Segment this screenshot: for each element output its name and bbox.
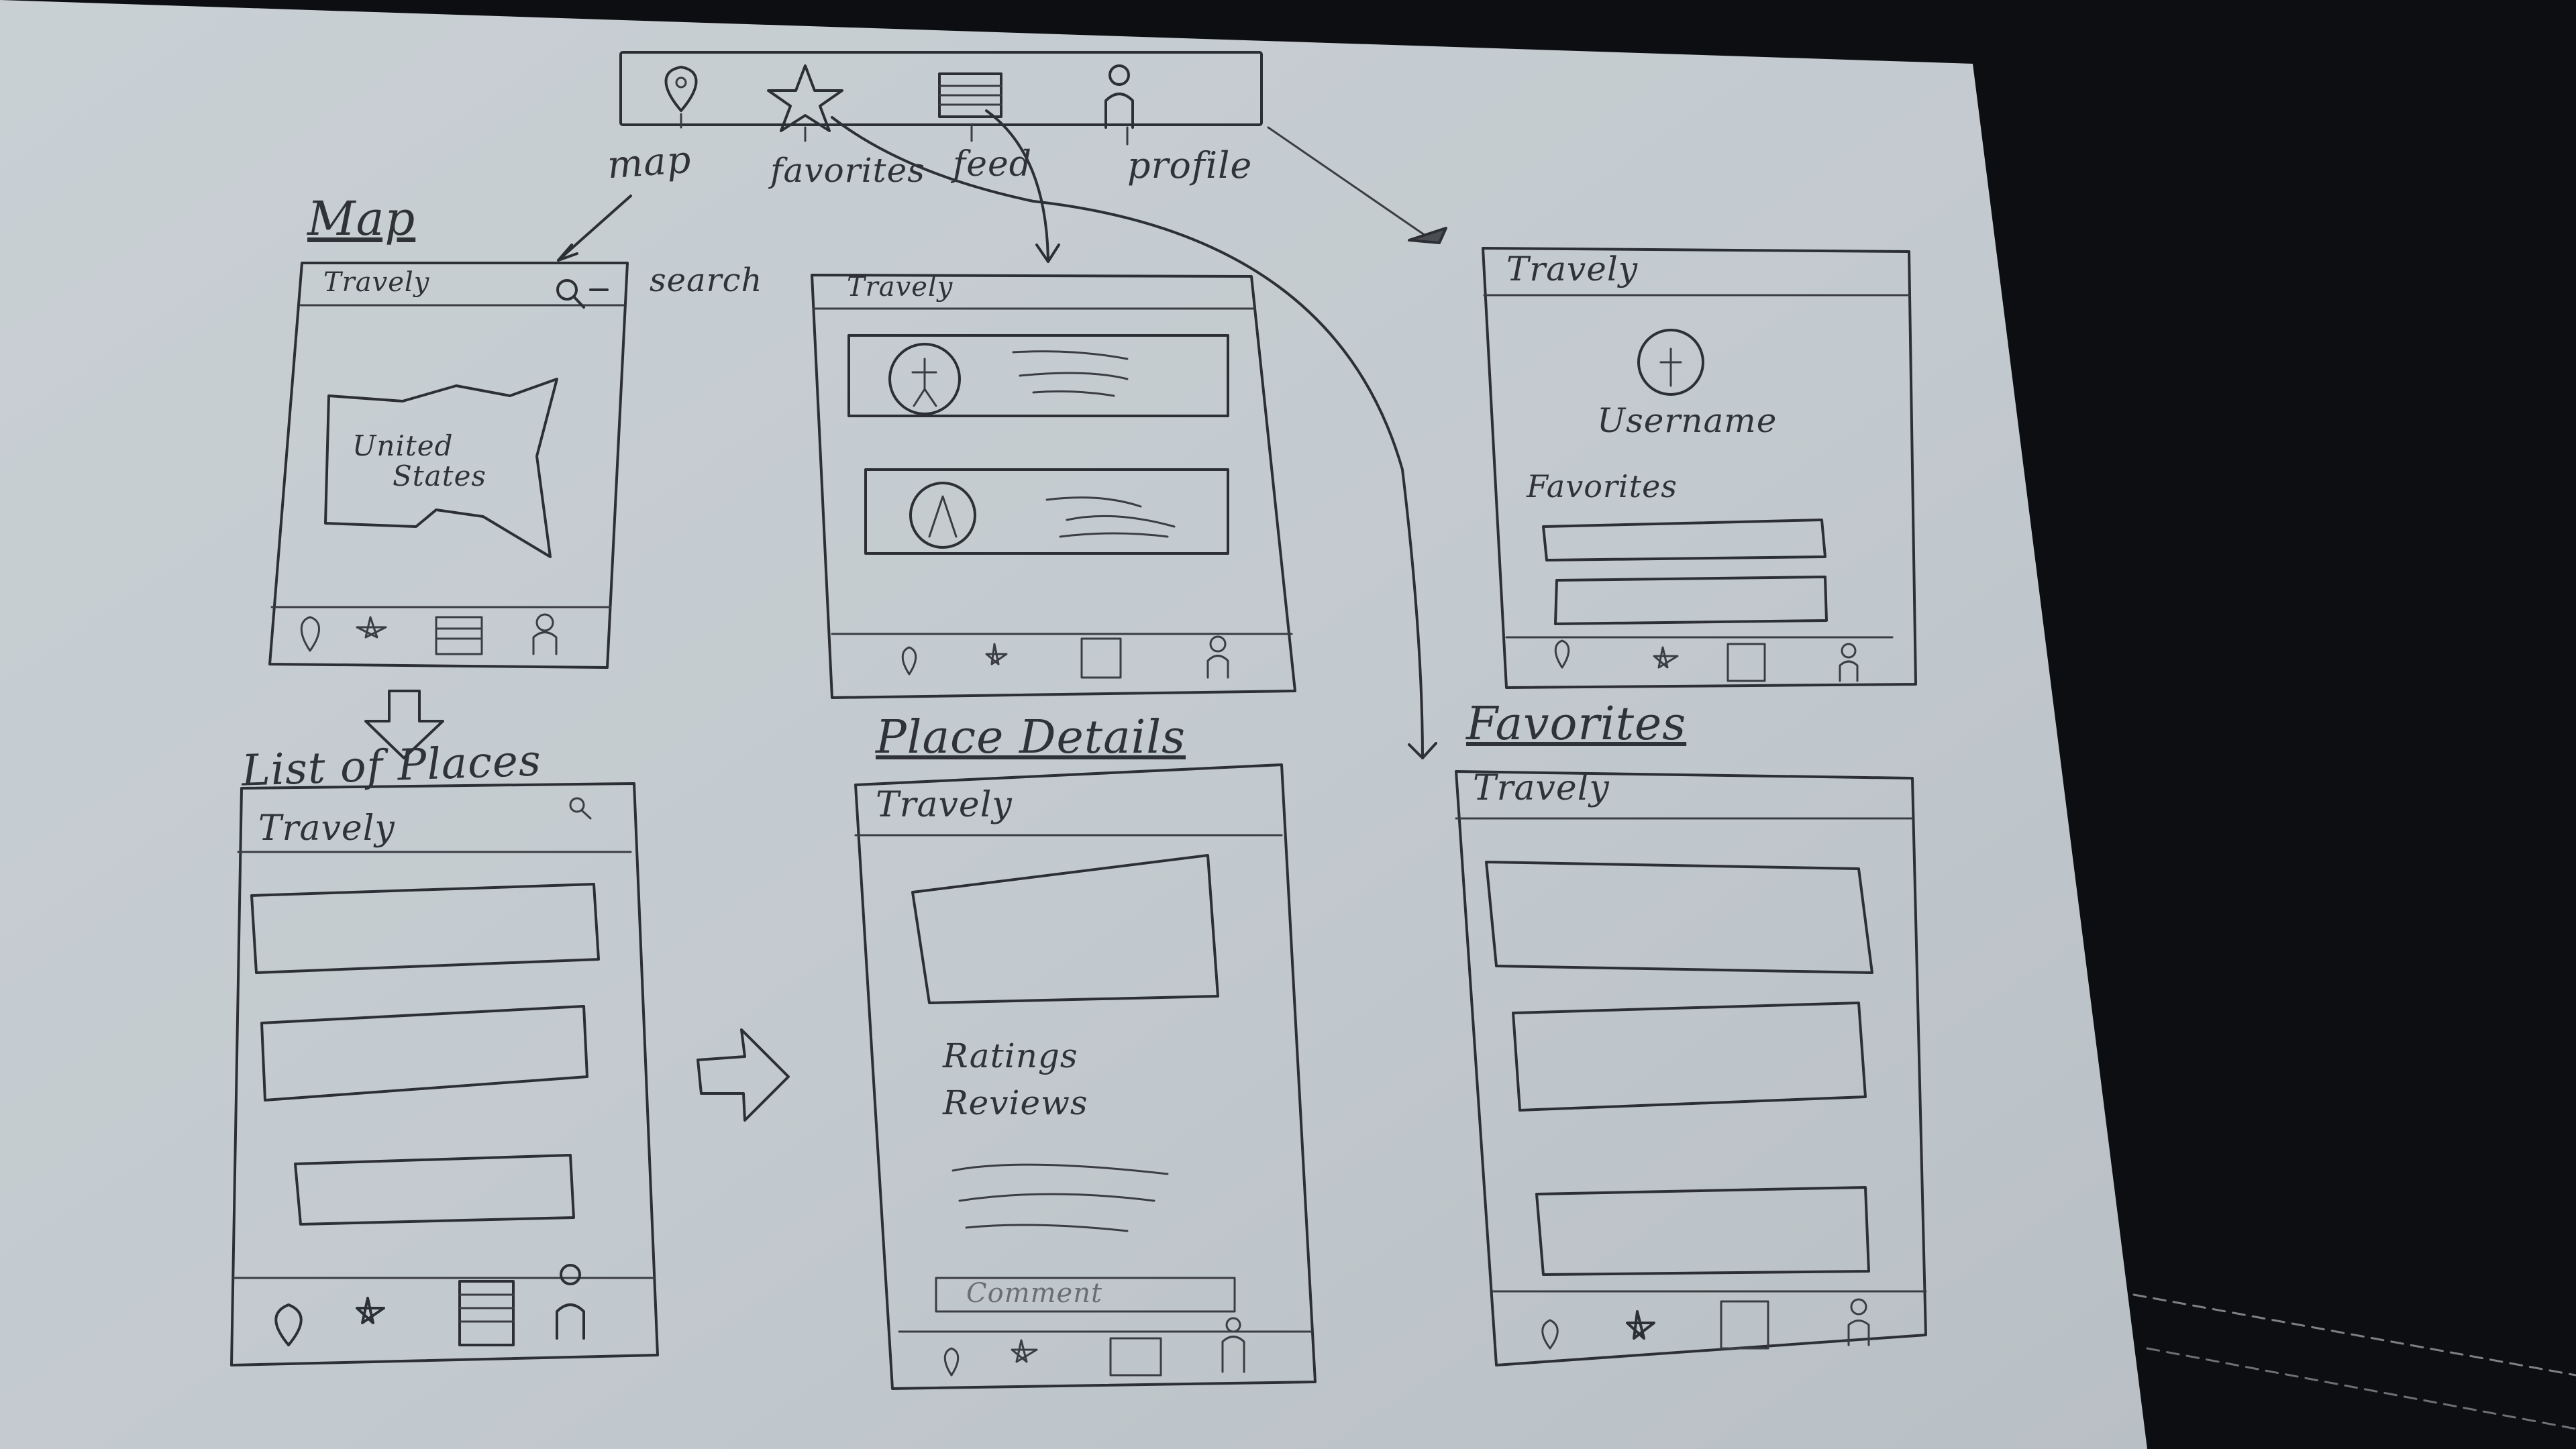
details-comment-field: Comment <box>966 1278 1103 1309</box>
map-app-title: Travely <box>323 267 430 298</box>
list-app-title: Travely <box>258 808 395 849</box>
nav-label-map: map <box>605 138 693 188</box>
details-ratings: Ratings <box>943 1036 1078 1075</box>
heading-map: Map <box>307 191 416 246</box>
details-app-title: Travely <box>876 785 1013 825</box>
profile-favorites-label: Favorites <box>1527 468 1678 504</box>
details-reviews: Reviews <box>943 1083 1088 1122</box>
nav-label-feed: feed <box>953 144 1033 184</box>
favorites-app-title: Travely <box>1473 768 1610 808</box>
heading-favorites: Favorites <box>1466 698 1687 751</box>
nav-label-profile: profile <box>1127 144 1253 186</box>
map-region-label-1: United <box>352 429 454 462</box>
nav-label-favorites: favorites <box>770 151 925 190</box>
search-annotation: search <box>650 262 763 299</box>
profile-app-title: Travely <box>1506 250 1639 288</box>
heading-place-details: Place Details <box>876 711 1186 764</box>
profile-username: Username <box>1597 401 1778 440</box>
feed-app-title: Travely <box>847 272 954 303</box>
map-region-label-2: States <box>393 460 486 492</box>
heading-list-of-places: List of Places <box>240 736 542 796</box>
